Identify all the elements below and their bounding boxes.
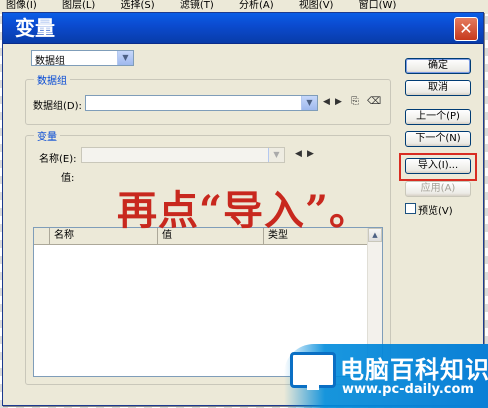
close-button[interactable]: ✕ — [454, 17, 478, 41]
value-label: 值: — [61, 173, 75, 184]
previous-button[interactable]: 上一个(P) — [405, 109, 471, 125]
preview-checkbox[interactable] — [405, 203, 416, 214]
menu-analysis[interactable]: 分析(A) — [239, 0, 274, 11]
title-bar[interactable]: 变量 ✕ — [3, 13, 483, 44]
variable-type-select[interactable]: 数据组 ▼ — [31, 50, 134, 67]
delete-dataset-icon[interactable]: ⌫ — [367, 96, 381, 107]
previous-arrow-icon[interactable]: ◀ — [323, 97, 330, 107]
site-watermark: 电脑百科知识 www.pc-daily.com — [284, 344, 488, 408]
next-arrow-icon[interactable]: ▶ — [335, 97, 342, 107]
watermark-url: www.pc-daily.com — [342, 382, 474, 397]
new-dataset-icon[interactable]: ⎘ — [351, 96, 359, 107]
scroll-up-icon[interactable]: ▲ — [368, 228, 382, 242]
variable-legend: 变量 — [34, 128, 60, 143]
header-spacer — [34, 228, 50, 244]
import-button[interactable]: 导入(I)... — [405, 158, 471, 174]
previous-variable-icon[interactable]: ◀ — [295, 149, 302, 159]
menu-view[interactable]: 视图(V) — [299, 0, 334, 11]
next-variable-icon[interactable]: ▶ — [307, 149, 314, 159]
tutorial-annotation: 再点“导入”。 — [117, 187, 371, 234]
variable-type-value: 数据组 — [35, 56, 65, 67]
next-button[interactable]: 下一个(N) — [405, 131, 471, 147]
chevron-down-icon: ▼ — [117, 51, 133, 65]
dataset-select[interactable]: ▼ — [85, 95, 318, 111]
watermark-title: 电脑百科知识 — [340, 356, 488, 384]
dialog-title: 变量 — [15, 16, 55, 40]
chevron-down-icon: ▼ — [301, 96, 317, 110]
apply-button[interactable]: 应用(A) — [405, 181, 471, 197]
dataset-label: 数据组(D): — [33, 101, 82, 112]
ok-button[interactable]: 确定 — [405, 58, 471, 74]
menu-filter[interactable]: 滤镜(T) — [180, 0, 214, 11]
monitor-logo-icon — [290, 352, 336, 390]
menu-layer[interactable]: 图层(L) — [62, 0, 95, 11]
dataset-legend: 数据组 — [34, 72, 70, 87]
preview-label: 预览(V) — [418, 206, 453, 217]
chevron-down-icon: ▼ — [268, 148, 284, 162]
menu-image[interactable]: 图像(I) — [6, 0, 37, 11]
menu-select[interactable]: 选择(S) — [121, 0, 155, 11]
menu-window[interactable]: 窗口(W) — [359, 0, 397, 11]
variable-name-select[interactable]: ▼ — [81, 147, 285, 163]
name-label: 名称(E): — [39, 154, 77, 165]
cancel-button[interactable]: 取消 — [405, 80, 471, 96]
